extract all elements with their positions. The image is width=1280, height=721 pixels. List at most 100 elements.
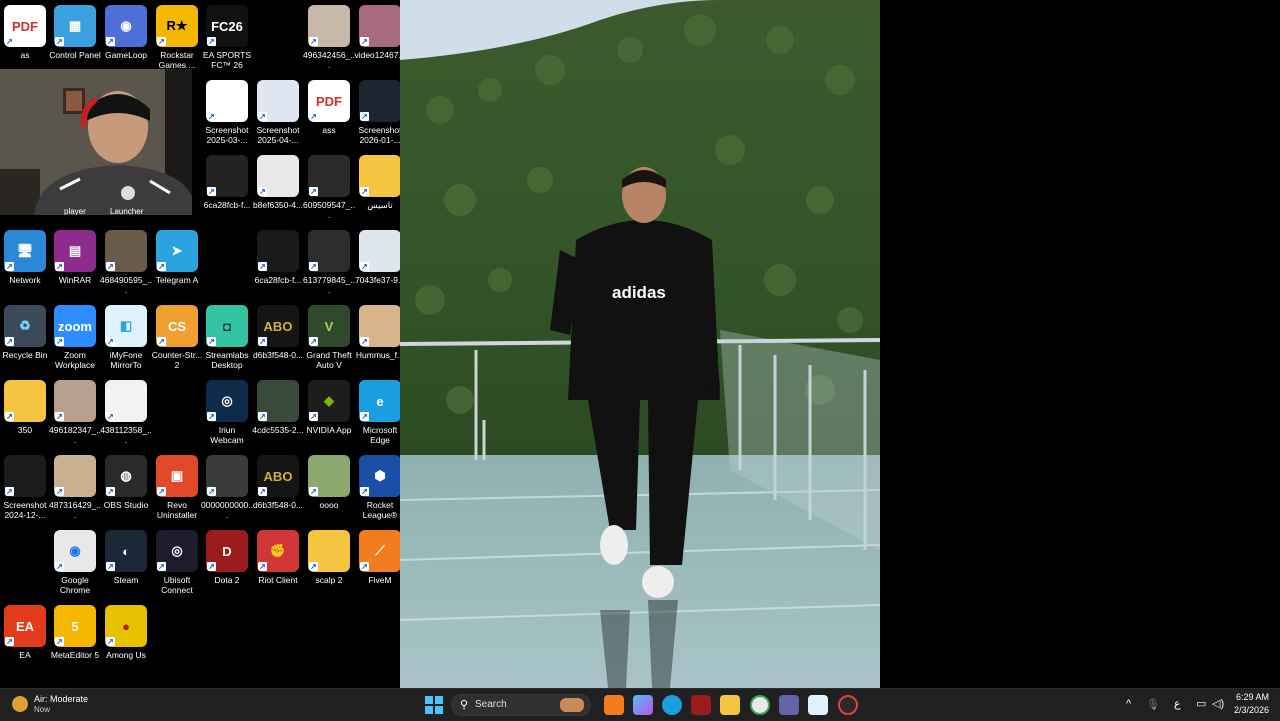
desktop-icon[interactable]: ▤ ↗ WinRAR	[50, 230, 100, 285]
desktop-icon-image: ↗	[257, 155, 299, 197]
desktop-icon[interactable]: ↗ Screenshot 2025-04-...	[253, 80, 303, 145]
desktop-icon[interactable]: ↗ 487316429_...	[49, 455, 101, 520]
desktop-icon-image: e ↗	[359, 380, 401, 422]
desktop-icon[interactable]: ABO ↗ d6b3f548-0...	[253, 455, 303, 510]
desktop-icon-image: PDF ↗	[308, 80, 350, 122]
desktop-icon-image: ↗	[359, 5, 401, 47]
desktop-icon-label: Riot Client	[258, 575, 298, 585]
weather-icon	[12, 696, 28, 712]
desktop-icon[interactable]: ➤ ↗ Telegram A	[152, 230, 202, 285]
desktop-icon[interactable]: ◍ ↗ OBS Studio	[101, 455, 151, 510]
desktop-icon[interactable]: ● ↗ Among Us	[101, 605, 151, 660]
desktop-icon[interactable]: ◉ ↗ GameLoop	[101, 5, 151, 60]
taskbar-app-imyfone[interactable]	[808, 695, 828, 715]
taskbar-app-explorer[interactable]	[720, 695, 740, 715]
desktop-icon[interactable]: V ↗ Grand Theft Auto V	[304, 305, 354, 370]
desktop-icon[interactable]: ↗ 613779845_...	[303, 230, 355, 295]
desktop-icon[interactable]: ↗ Screenshot 2025-03-...	[202, 80, 252, 145]
desktop-icon[interactable]: ♻ ↗ Recycle Bin	[0, 305, 50, 360]
shortcut-arrow-icon: ↗	[360, 187, 369, 196]
shortcut-arrow-icon: ↗	[55, 562, 64, 571]
shortcut-arrow-icon: ↗	[360, 562, 369, 571]
desktop-icon-image: ↗	[54, 380, 96, 422]
desktop-icon[interactable]: CS ↗ Counter-Str... 2	[152, 305, 202, 370]
desktop-icon[interactable]: 5 ↗ MetaEditor 5	[50, 605, 100, 660]
desktop-icon[interactable]: ◎ ↗ Iriun Webcam	[202, 380, 252, 445]
desktop-icon[interactable]: ◧ ↗ iMyFone MirrorTo	[101, 305, 151, 370]
desktop-icon[interactable]: ⬢ ↗ Rocket League®	[355, 455, 405, 520]
taskbar-app-artstudio[interactable]	[604, 695, 624, 715]
desktop-icon[interactable]: ↗ Screenshot 2026-01-...	[355, 80, 405, 145]
desktop-icon[interactable]: ◆ ↗ NVIDIA App	[304, 380, 354, 435]
taskbar-app-chrome[interactable]	[750, 695, 770, 715]
desktop-icon[interactable]: ▦ ↗ Control Panel	[49, 5, 101, 60]
desktop-icon-label: 6ca28fcb-f...	[254, 275, 302, 285]
desktop-icon[interactable]: ◘ ↗ Streamlabs Desktop	[202, 305, 252, 370]
desktop-icon-label: d6b3f548-0...	[252, 350, 304, 360]
desktop-icon[interactable]: ↗ 6ca28fcb-f...	[202, 155, 252, 210]
start-button[interactable]	[425, 696, 443, 714]
clock-time[interactable]: 6:29 AM	[1236, 692, 1269, 702]
shortcut-arrow-icon: ↗	[258, 262, 267, 271]
taskbar-app-dota[interactable]	[691, 695, 711, 715]
desktop-icon[interactable]: e ↗ Microsoft Edge	[355, 380, 405, 445]
taskbar-app-copilot[interactable]	[633, 695, 653, 715]
desktop-icon[interactable]: ↗ 496182347_...	[49, 380, 101, 445]
desktop-icon[interactable]: PDF ↗ ass	[304, 80, 354, 135]
taskbar-app-edge[interactable]	[662, 695, 682, 715]
desktop-icon[interactable]: 🖥 ↗ Network	[0, 230, 50, 285]
desktop-icon[interactable]: ↗ Hummus_f...	[355, 305, 405, 360]
windows-icon	[425, 696, 443, 714]
desktop-icon[interactable]: ABO ↗ d6b3f548-0...	[253, 305, 303, 360]
desktop-icon[interactable]: EA ↗ EA	[0, 605, 50, 660]
desktop-icon[interactable]: ↗ Screenshot 2024-12-...	[0, 455, 50, 520]
desktop-icon-image: ◉ ↗	[105, 5, 147, 47]
desktop-icon-image: ↗	[4, 455, 46, 497]
desktop-icon-image: ➤ ↗	[156, 230, 198, 272]
desktop-icon[interactable]: ↗ 609509547_...	[303, 155, 355, 220]
shortcut-arrow-icon: ↗	[207, 37, 216, 46]
weather-widget[interactable]: Air: Moderate Now	[12, 693, 112, 717]
desktop-icon[interactable]: ↗ video12467...	[354, 5, 406, 60]
desktop-icon[interactable]: ↗ 496342456_...	[303, 5, 355, 70]
desktop-icon[interactable]: ↗ oooo	[304, 455, 354, 510]
shortcut-arrow-icon: ↗	[55, 337, 64, 346]
microphone-icon[interactable]: 🎙	[1146, 698, 1160, 711]
desktop-icon[interactable]: ↗ 468490595_...	[100, 230, 152, 295]
desktop-icon-image: ◧ ↗	[105, 305, 147, 347]
desktop-icon[interactable]: ↗ 4cdc5535-2...	[252, 380, 304, 435]
desktop-icon[interactable]: FC26 ↗ EA SPORTS FC™ 26	[202, 5, 252, 70]
desktop-icon-label: FiveM	[368, 575, 392, 585]
desktop-icon-image: ◆ ↗	[308, 380, 350, 422]
desktop-icon[interactable]: ↗ 438112358_...	[100, 380, 152, 445]
desktop-icon[interactable]: ✊ ↗ Riot Client	[253, 530, 303, 585]
desktop-icon[interactable]: ↗ 6ca28fcb-f...	[253, 230, 303, 285]
desktop-icon[interactable]: D ↗ Dota 2	[202, 530, 252, 585]
desktop-icon[interactable]: PDF ↗ as	[0, 5, 50, 60]
taskbar-app-recorder[interactable]	[838, 695, 858, 715]
volume-icon[interactable]: ◁)	[1212, 697, 1224, 710]
desktop-icon[interactable]: ↗ 0000000000...	[201, 455, 253, 520]
desktop-icon-image: ↗	[359, 80, 401, 122]
desktop-icon[interactable]: ↗ 7043fe37-9...	[355, 230, 405, 285]
shortcut-arrow-icon: ↗	[157, 37, 166, 46]
desktop-icon[interactable]: ⟋ ↗ FiveM	[355, 530, 405, 585]
desktop-icon[interactable]: zoom ↗ Zoom Workplace	[50, 305, 100, 370]
desktop-icon[interactable]: ↗ 350	[0, 380, 50, 435]
desktop-icon-image: ⟋ ↗	[359, 530, 401, 572]
desktop-icon-label: Streamlabs Desktop	[205, 350, 249, 370]
clock-date[interactable]: 2/3/2026	[1234, 705, 1269, 715]
desktop-icon[interactable]: ↗ تاسيس	[355, 155, 405, 210]
desktop-icon[interactable]: ↗ b8ef6350-4...	[253, 155, 303, 210]
language-indicator[interactable]: ع	[1174, 697, 1181, 710]
desktop-icon[interactable]: ▣ ↗ Revo Uninstaller	[152, 455, 202, 520]
chevron-up-icon[interactable]: ^	[1126, 698, 1131, 710]
desktop-icon[interactable]: ◉ ↗ Google Chrome	[50, 530, 100, 595]
desktop-icon[interactable]: R★ ↗ Rockstar Games ...	[152, 5, 202, 70]
desktop-icon[interactable]: ↗ scalp 2	[304, 530, 354, 585]
desktop-icon[interactable]: ◐ ↗ Steam	[101, 530, 151, 585]
desktop-icon[interactable]: ◎ ↗ Ubisoft Connect	[152, 530, 202, 595]
taskbar-app-teams[interactable]	[779, 695, 799, 715]
network-icon[interactable]: ▭	[1196, 697, 1206, 710]
search-box[interactable]: ⚲ Search	[451, 694, 591, 716]
